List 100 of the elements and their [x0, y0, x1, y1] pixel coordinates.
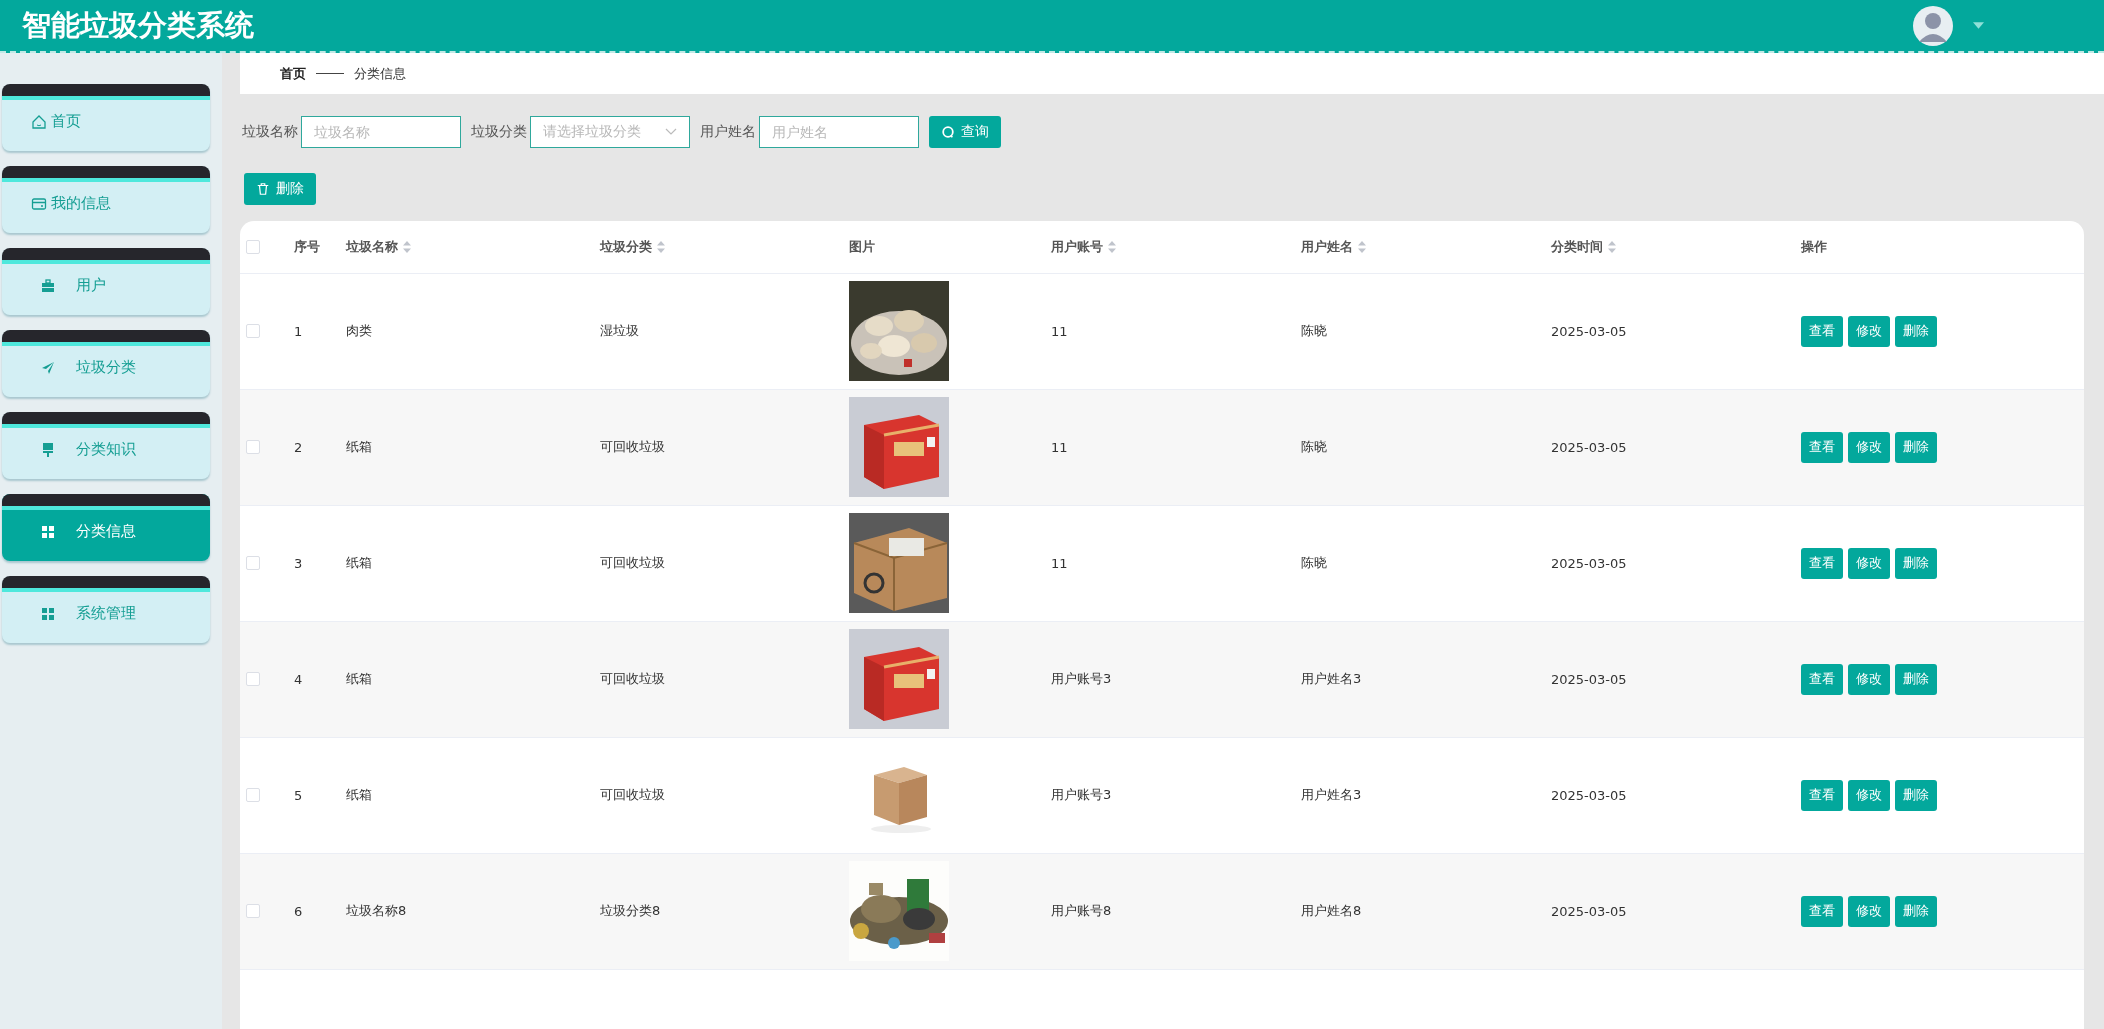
table-cell: 纸箱 — [346, 787, 372, 802]
table-cell: 11 — [1051, 323, 1068, 339]
sort-icon[interactable] — [1358, 240, 1366, 253]
table-cell: 用户账号3 — [1051, 671, 1112, 686]
card-icon — [31, 195, 47, 212]
caret-icon[interactable] — [1973, 22, 1984, 29]
table-cell: 2025-03-05 — [1551, 439, 1627, 455]
table-cell: 3 — [294, 555, 303, 571]
search-icon — [941, 125, 955, 139]
input-field[interactable]: 用户姓名 — [759, 116, 919, 148]
table-cell: 陈晓 — [1301, 439, 1327, 454]
table-cell: 纸箱 — [346, 439, 372, 454]
table-cell: 用户姓名3 — [1301, 787, 1362, 802]
table-cell: 可回收垃圾 — [600, 671, 665, 686]
sort-icon[interactable] — [1108, 240, 1116, 253]
column-header: 操作 — [1801, 237, 1827, 256]
sort-icon[interactable] — [1608, 240, 1616, 253]
table-cell: 可回收垃圾 — [600, 555, 665, 570]
column-header: 图片 — [849, 237, 875, 256]
grid-icon — [40, 523, 56, 540]
table-cell: 2025-03-05 — [1551, 555, 1627, 571]
action-button[interactable]: 删除 — [1895, 431, 1937, 463]
field-label: 垃圾分类 — [471, 123, 527, 141]
breadcrumb-item[interactable]: 首页 — [280, 64, 306, 83]
table-cell: 纸箱 — [346, 555, 372, 570]
action-button[interactable]: 查看 — [1801, 315, 1843, 347]
sidebar-item[interactable]: 用户 — [2, 248, 210, 315]
column-header[interactable]: 用户账号 — [1051, 237, 1116, 256]
sidebar-item[interactable]: 首页 — [2, 84, 210, 151]
action-button[interactable]: 删除 — [1895, 315, 1937, 347]
table-cell: 垃圾名称8 — [346, 903, 407, 918]
column-header: 序号 — [294, 237, 320, 256]
grid-icon — [40, 605, 56, 622]
field-label: 用户姓名 — [700, 123, 756, 141]
home-icon — [31, 113, 47, 130]
action-button[interactable]: 修改 — [1848, 779, 1890, 811]
table-cell: 陈晓 — [1301, 323, 1327, 338]
checkbox[interactable] — [246, 556, 260, 570]
select-field[interactable]: 请选择垃圾分类 — [530, 116, 690, 148]
table-cell: 陈晓 — [1301, 555, 1327, 570]
action-button[interactable]: 查看 — [1801, 779, 1843, 811]
sort-icon[interactable] — [403, 240, 411, 253]
action-button[interactable]: 修改 — [1848, 315, 1890, 347]
trash-icon — [256, 182, 270, 196]
sidebar-item[interactable]: 垃圾分类 — [2, 330, 210, 397]
column-header[interactable]: 分类时间 — [1551, 237, 1616, 256]
action-button[interactable]: 删除 — [1895, 779, 1937, 811]
action-button[interactable]: 查看 — [1801, 547, 1843, 579]
sidebar-item[interactable]: 分类知识 — [2, 412, 210, 479]
action-button[interactable]: 修改 — [1848, 547, 1890, 579]
table-cell: 2025-03-05 — [1551, 787, 1627, 803]
breadcrumb-item[interactable]: 分类信息 — [354, 64, 406, 83]
action-button[interactable]: 查看 — [1801, 895, 1843, 927]
table-cell: 可回收垃圾 — [600, 439, 665, 454]
table-cell: 用户姓名3 — [1301, 671, 1362, 686]
brush-icon — [40, 441, 56, 458]
table-cell: 2025-03-05 — [1551, 323, 1627, 339]
checkbox[interactable] — [246, 440, 260, 454]
field-label: 垃圾名称 — [242, 123, 298, 141]
action-button[interactable]: 删除 — [1895, 547, 1937, 579]
avatar-icon[interactable] — [1913, 5, 1953, 46]
column-header[interactable]: 垃圾分类 — [600, 237, 665, 256]
table-cell: 11 — [1051, 439, 1068, 455]
checkbox[interactable] — [246, 788, 260, 802]
action-button[interactable]: 修改 — [1848, 895, 1890, 927]
sidebar-item[interactable]: 分类信息 — [2, 494, 210, 561]
column-header[interactable]: 用户姓名 — [1301, 237, 1366, 256]
table-cell: 1 — [294, 323, 303, 339]
checkbox[interactable] — [246, 239, 260, 254]
checkbox[interactable] — [246, 904, 260, 918]
table-cell: 湿垃圾 — [600, 323, 639, 338]
search-button[interactable]: 查询 — [929, 116, 1001, 148]
action-button[interactable]: 修改 — [1848, 431, 1890, 463]
table-cell: 用户账号3 — [1051, 787, 1112, 802]
delete-button[interactable]: 删除 — [244, 173, 316, 205]
sort-icon[interactable] — [657, 240, 665, 253]
table-cell: 4 — [294, 671, 303, 687]
action-button[interactable]: 查看 — [1801, 663, 1843, 695]
table-cell: 垃圾分类8 — [600, 903, 661, 918]
table-cell: 5 — [294, 787, 303, 803]
checkbox[interactable] — [246, 672, 260, 686]
table-cell: 可回收垃圾 — [600, 787, 665, 802]
sidebar-item[interactable]: 我的信息 — [2, 166, 210, 233]
input-field[interactable]: 垃圾名称 — [301, 116, 461, 148]
action-button[interactable]: 查看 — [1801, 431, 1843, 463]
sidebar-item[interactable]: 系统管理 — [2, 576, 210, 643]
checkbox[interactable] — [246, 324, 260, 338]
table-cell: 2025-03-05 — [1551, 671, 1627, 687]
briefcase-icon — [40, 277, 56, 294]
column-header[interactable]: 垃圾名称 — [346, 237, 411, 256]
table-cell: 肉类 — [346, 323, 372, 338]
table-cell: 2025-03-05 — [1551, 903, 1627, 919]
app-title: 智能垃圾分类系统 — [22, 6, 254, 44]
action-button[interactable]: 删除 — [1895, 663, 1937, 695]
action-button[interactable]: 修改 — [1848, 663, 1890, 695]
table-cell: 纸箱 — [346, 671, 372, 686]
chevron-icon — [665, 128, 677, 136]
table-cell: 11 — [1051, 555, 1068, 571]
action-button[interactable]: 删除 — [1895, 895, 1937, 927]
table-cell: 6 — [294, 903, 303, 919]
